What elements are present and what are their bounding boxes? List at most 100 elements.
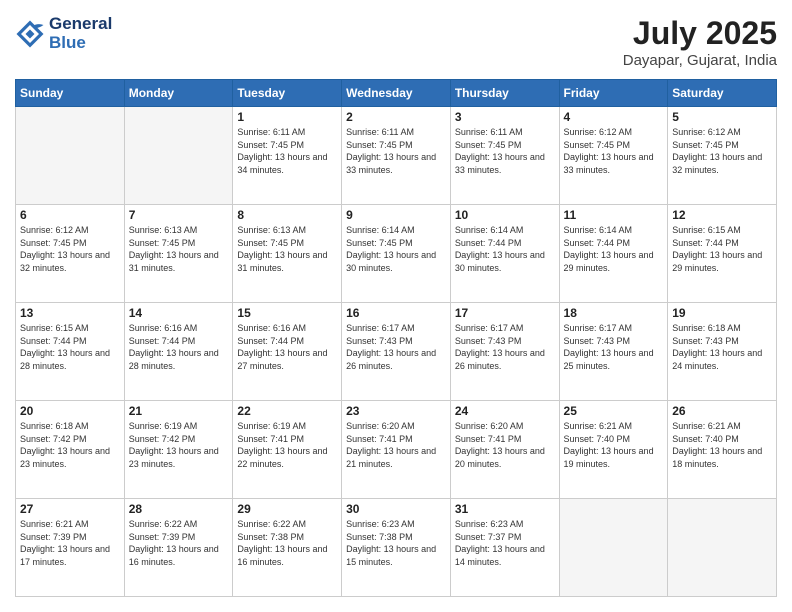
day-number: 18: [564, 306, 664, 320]
day-number: 22: [237, 404, 337, 418]
day-number: 24: [455, 404, 555, 418]
calendar-cell-4-4: 23Sunrise: 6:20 AMSunset: 7:41 PMDayligh…: [342, 401, 451, 499]
main-title: July 2025: [623, 15, 777, 52]
cell-detail: Sunrise: 6:14 AMSunset: 7:45 PMDaylight:…: [346, 224, 446, 274]
calendar-cell-2-4: 9Sunrise: 6:14 AMSunset: 7:45 PMDaylight…: [342, 205, 451, 303]
day-number: 21: [129, 404, 229, 418]
col-header-wednesday: Wednesday: [342, 80, 451, 107]
cell-detail: Sunrise: 6:22 AMSunset: 7:39 PMDaylight:…: [129, 518, 229, 568]
calendar-cell-4-3: 22 Sunrise: 6:19 AMSunset: 7:41 PMDayligh…: [233, 401, 342, 499]
logo-general: General: [49, 15, 112, 34]
logo-icon: [15, 19, 45, 49]
col-header-monday: Monday: [124, 80, 233, 107]
cell-detail: Sunrise: 6:17 AMSunset: 7:43 PMDaylight:…: [455, 322, 555, 372]
calendar-cell-1-1: [16, 107, 125, 205]
cell-detail: Sunrise: 6:17 AMSunset: 7:43 PMDaylight:…: [564, 322, 664, 372]
day-number: 12: [672, 208, 772, 222]
calendar-cell-2-5: 10 Sunrise: 6:14 AMSunset: 7:44 PMDayligh…: [450, 205, 559, 303]
cell-detail: Sunrise: 6:11 AMSunset: 7:45 PMDaylight:…: [346, 126, 446, 176]
cell-detail: Sunrise: 6:12 AMSunset: 7:45 PMDaylight:…: [564, 126, 664, 176]
cell-detail: Sunrise: 6:18 AMSunset: 7:42 PMDaylight:…: [20, 420, 120, 470]
day-number: 5: [672, 110, 772, 124]
cell-detail: Sunrise: 6:21 AMSunset: 7:40 PMDaylight:…: [564, 420, 664, 470]
day-number: 14: [129, 306, 229, 320]
calendar-cell-1-5: 3Sunrise: 6:11 AMSunset: 7:45 PMDaylight…: [450, 107, 559, 205]
cell-detail: Sunrise: 6:21 AMSunset: 7:40 PMDaylight:…: [672, 420, 772, 470]
calendar-cell-3-4: 16Sunrise: 6:17 AMSunset: 7:43 PMDayligh…: [342, 303, 451, 401]
day-number: 19: [672, 306, 772, 320]
calendar-cell-4-2: 21 Sunrise: 6:19 AMSunset: 7:42 PMDayligh…: [124, 401, 233, 499]
calendar-header-row: SundayMondayTuesdayWednesdayThursdayFrid…: [16, 80, 777, 107]
calendar-cell-5-5: 31 Sunrise: 6:23 AMSunset: 7:37 PMDayligh…: [450, 499, 559, 597]
cell-detail: Sunrise: 6:15 AMSunset: 7:44 PMDaylight:…: [672, 224, 772, 274]
calendar-cell-1-3: 1 Sunrise: 6:11 AMSunset: 7:45 PMDaylight…: [233, 107, 342, 205]
col-header-saturday: Saturday: [668, 80, 777, 107]
cell-detail: Sunrise: 6:23 AMSunset: 7:37 PMDaylight:…: [455, 518, 555, 568]
week-row-1: 1 Sunrise: 6:11 AMSunset: 7:45 PMDaylight…: [16, 107, 777, 205]
col-header-sunday: Sunday: [16, 80, 125, 107]
cell-detail: Sunrise: 6:12 AMSunset: 7:45 PMDaylight:…: [20, 224, 120, 274]
calendar-cell-5-6: [559, 499, 668, 597]
calendar-cell-1-4: 2 Sunrise: 6:11 AMSunset: 7:45 PMDaylight…: [342, 107, 451, 205]
logo: General Blue: [15, 15, 112, 52]
calendar-cell-3-2: 14 Sunrise: 6:16 AMSunset: 7:44 PMDayligh…: [124, 303, 233, 401]
cell-detail: Sunrise: 6:23 AMSunset: 7:38 PMDaylight:…: [346, 518, 446, 568]
day-number: 8: [237, 208, 337, 222]
day-number: 31: [455, 502, 555, 516]
calendar-cell-5-7: [668, 499, 777, 597]
calendar-cell-2-1: 6 Sunrise: 6:12 AMSunset: 7:45 PMDaylight…: [16, 205, 125, 303]
calendar-cell-3-5: 17 Sunrise: 6:17 AMSunset: 7:43 PMDayligh…: [450, 303, 559, 401]
cell-detail: Sunrise: 6:18 AMSunset: 7:43 PMDaylight:…: [672, 322, 772, 372]
day-number: 29: [237, 502, 337, 516]
calendar-cell-4-5: 24Sunrise: 6:20 AMSunset: 7:41 PMDayligh…: [450, 401, 559, 499]
day-number: 11: [564, 208, 664, 222]
calendar-cell-1-2: [124, 107, 233, 205]
day-number: 10: [455, 208, 555, 222]
calendar-table: SundayMondayTuesdayWednesdayThursdayFrid…: [15, 79, 777, 597]
header: General Blue July 2025 Dayapar, Gujarat,…: [15, 15, 777, 69]
cell-detail: Sunrise: 6:12 AMSunset: 7:45 PMDaylight:…: [672, 126, 772, 176]
calendar-cell-5-3: 29 Sunrise: 6:22 AMSunset: 7:38 PMDayligh…: [233, 499, 342, 597]
day-number: 7: [129, 208, 229, 222]
day-number: 1: [237, 110, 337, 124]
day-number: 23: [346, 404, 446, 418]
calendar-cell-1-6: 4Sunrise: 6:12 AMSunset: 7:45 PMDaylight…: [559, 107, 668, 205]
day-number: 27: [20, 502, 120, 516]
col-header-thursday: Thursday: [450, 80, 559, 107]
day-number: 6: [20, 208, 120, 222]
cell-detail: Sunrise: 6:16 AMSunset: 7:44 PMDaylight:…: [237, 322, 337, 372]
cell-detail: Sunrise: 6:15 AMSunset: 7:44 PMDaylight:…: [20, 322, 120, 372]
day-number: 26: [672, 404, 772, 418]
cell-detail: Sunrise: 6:16 AMSunset: 7:44 PMDaylight:…: [129, 322, 229, 372]
calendar-cell-4-6: 25 Sunrise: 6:21 AMSunset: 7:40 PMDayligh…: [559, 401, 668, 499]
logo-blue: Blue: [49, 34, 112, 53]
calendar-cell-2-3: 8Sunrise: 6:13 AMSunset: 7:45 PMDaylight…: [233, 205, 342, 303]
page: General Blue July 2025 Dayapar, Gujarat,…: [0, 0, 792, 612]
week-row-2: 6 Sunrise: 6:12 AMSunset: 7:45 PMDaylight…: [16, 205, 777, 303]
cell-detail: Sunrise: 6:22 AMSunset: 7:38 PMDaylight:…: [237, 518, 337, 568]
day-number: 2: [346, 110, 446, 124]
calendar-cell-3-7: 19 Sunrise: 6:18 AMSunset: 7:43 PMDayligh…: [668, 303, 777, 401]
day-number: 16: [346, 306, 446, 320]
calendar-cell-1-7: 5 Sunrise: 6:12 AMSunset: 7:45 PMDaylight…: [668, 107, 777, 205]
cell-detail: Sunrise: 6:19 AMSunset: 7:41 PMDaylight:…: [237, 420, 337, 470]
cell-detail: Sunrise: 6:21 AMSunset: 7:39 PMDaylight:…: [20, 518, 120, 568]
title-block: July 2025 Dayapar, Gujarat, India: [623, 15, 777, 69]
week-row-3: 13 Sunrise: 6:15 AMSunset: 7:44 PMDayligh…: [16, 303, 777, 401]
week-row-5: 27 Sunrise: 6:21 AMSunset: 7:39 PMDayligh…: [16, 499, 777, 597]
col-header-friday: Friday: [559, 80, 668, 107]
day-number: 30: [346, 502, 446, 516]
day-number: 28: [129, 502, 229, 516]
calendar-cell-2-2: 7Sunrise: 6:13 AMSunset: 7:45 PMDaylight…: [124, 205, 233, 303]
cell-detail: Sunrise: 6:11 AMSunset: 7:45 PMDaylight:…: [237, 126, 337, 176]
col-header-tuesday: Tuesday: [233, 80, 342, 107]
calendar-cell-3-3: 15Sunrise: 6:16 AMSunset: 7:44 PMDayligh…: [233, 303, 342, 401]
cell-detail: Sunrise: 6:19 AMSunset: 7:42 PMDaylight:…: [129, 420, 229, 470]
calendar-cell-5-4: 30 Sunrise: 6:23 AMSunset: 7:38 PMDayligh…: [342, 499, 451, 597]
calendar-cell-4-7: 26 Sunrise: 6:21 AMSunset: 7:40 PMDayligh…: [668, 401, 777, 499]
day-number: 13: [20, 306, 120, 320]
day-number: 25: [564, 404, 664, 418]
cell-detail: Sunrise: 6:14 AMSunset: 7:44 PMDaylight:…: [455, 224, 555, 274]
day-number: 17: [455, 306, 555, 320]
cell-detail: Sunrise: 6:14 AMSunset: 7:44 PMDaylight:…: [564, 224, 664, 274]
